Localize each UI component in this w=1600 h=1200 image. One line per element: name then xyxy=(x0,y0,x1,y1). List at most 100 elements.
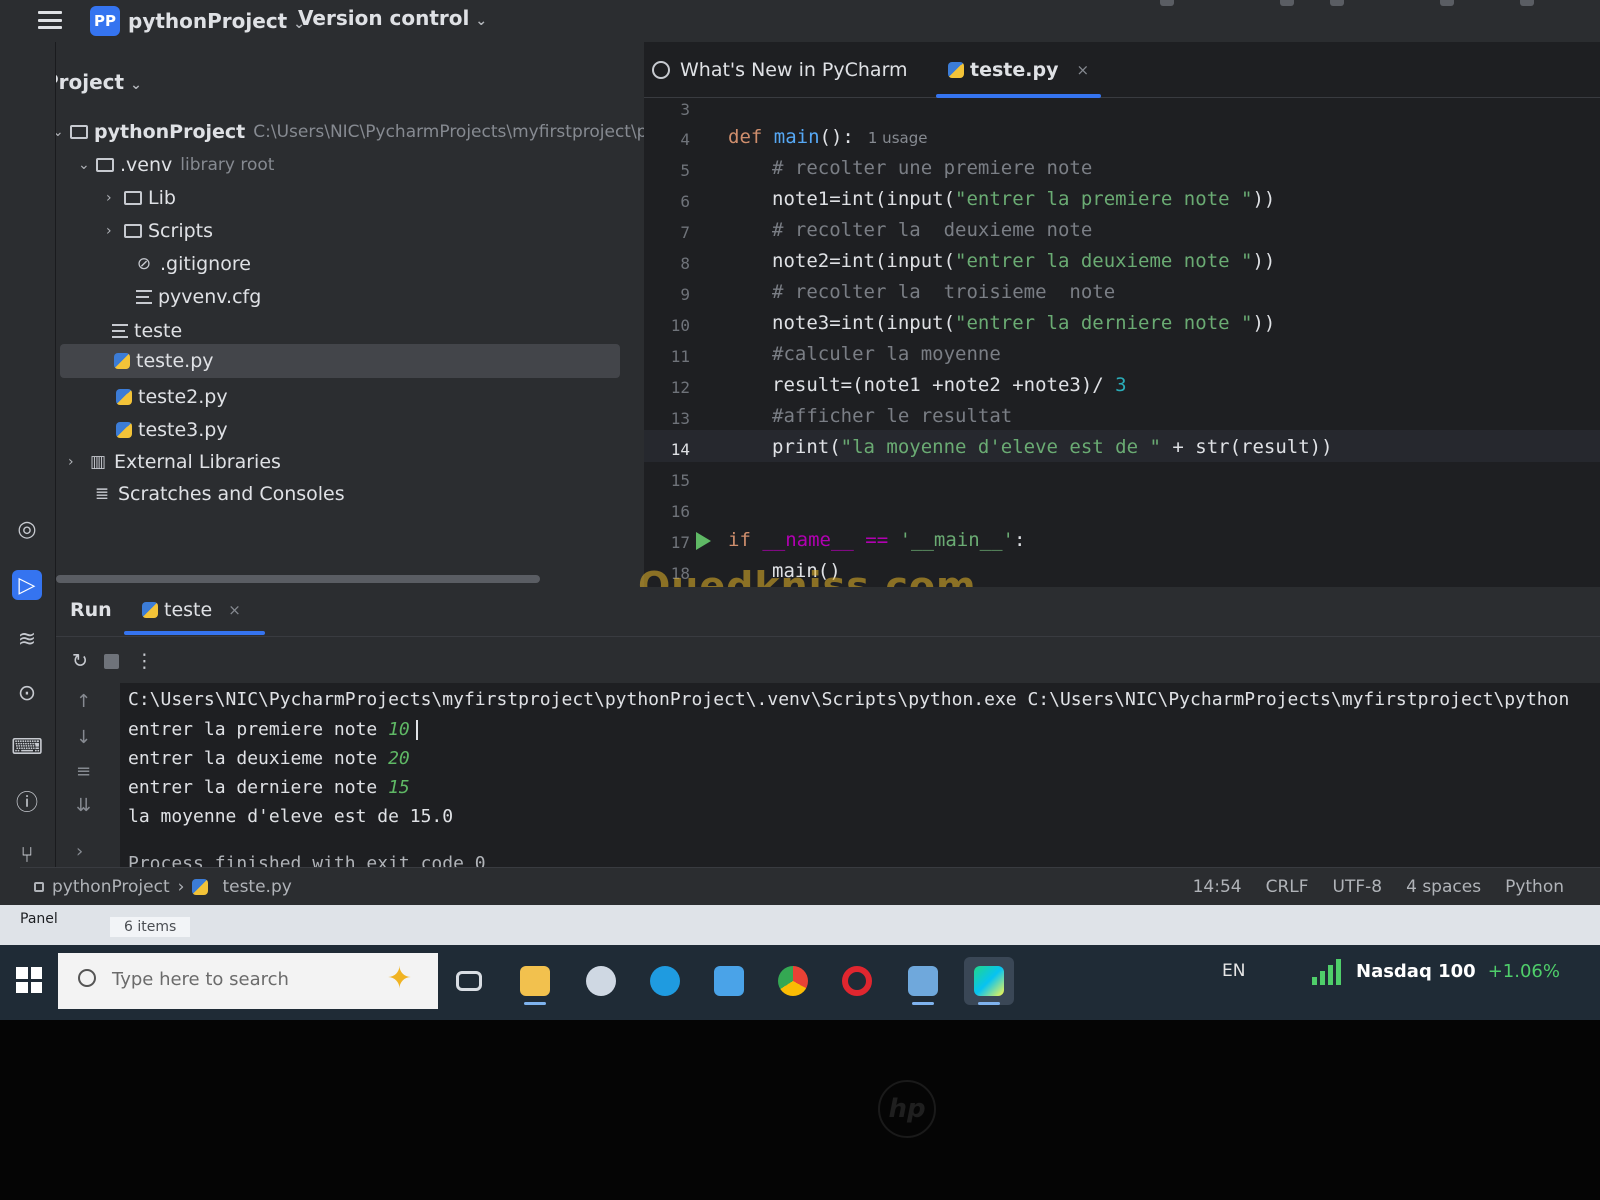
tab-teste-py[interactable]: teste.py × xyxy=(935,52,1102,98)
expand-icon[interactable]: › xyxy=(76,841,83,862)
code-text: (): xyxy=(819,126,854,148)
tree-item-label: pyvenv.cfg xyxy=(158,286,262,308)
main-menu-icon[interactable] xyxy=(38,8,62,32)
services-icon[interactable]: ⊙ xyxy=(12,678,42,708)
close-icon[interactable]: × xyxy=(1076,61,1089,79)
weather-icon[interactable] xyxy=(576,957,626,1005)
run-config-icon[interactable] xyxy=(1160,0,1174,6)
editor: What's New in PyCharm teste.py × 3 4 5 6… xyxy=(644,42,1600,587)
more-options-icon[interactable]: ⋮ xyxy=(135,650,154,672)
python-console-icon[interactable]: ◎ xyxy=(12,514,42,544)
soft-wrap-icon[interactable]: ≡ xyxy=(76,761,91,782)
windows-start-icon[interactable] xyxy=(16,967,42,993)
tree-item-teste-py[interactable]: teste.py xyxy=(60,344,620,378)
caret-position[interactable]: 14:54 xyxy=(1193,877,1242,897)
console-input: 15 xyxy=(388,777,410,798)
stock-widget[interactable]: Nasdaq 100 +1.06% xyxy=(1312,957,1560,985)
horizontal-scrollbar[interactable] xyxy=(56,575,540,583)
indent-setting[interactable]: 4 spaces xyxy=(1406,877,1481,897)
debug-icon[interactable] xyxy=(1330,0,1344,6)
code-line-7: # recolter la deuxieme note xyxy=(772,219,1093,241)
usage-hint[interactable]: 1 usage xyxy=(868,129,928,147)
python-file-icon xyxy=(192,879,209,895)
code-line-10: note3=int(input("entrer la derniere note… xyxy=(772,312,1275,334)
editor-tabs: What's New in PyCharm teste.py × xyxy=(644,42,1600,98)
code-text: print( xyxy=(772,436,841,458)
remote-app-icon[interactable] xyxy=(898,957,948,1005)
stock-name: Nasdaq 100 xyxy=(1356,960,1476,982)
language-indicator[interactable]: EN xyxy=(1222,961,1245,981)
text-cursor xyxy=(415,720,418,740)
project-panel-title[interactable]: Project ⌄ xyxy=(56,70,142,94)
run-panel-tabs: Run teste × xyxy=(56,587,1600,637)
folder-icon xyxy=(70,125,88,139)
more-icon[interactable] xyxy=(1440,0,1454,6)
folder-icon xyxy=(124,224,142,238)
project-panel-title-label: Project xyxy=(56,70,125,94)
status-widgets: 14:54 CRLF UTF-8 4 spaces Python xyxy=(1193,877,1564,897)
pycharm-icon[interactable] xyxy=(964,957,1014,1005)
tab-whats-new[interactable]: What's New in PyCharm xyxy=(652,52,908,88)
taskbar-search[interactable]: Type here to search ✦ xyxy=(58,953,438,1009)
tree-item-pyvenv[interactable]: pyvenv.cfg xyxy=(136,282,261,312)
tree-item-gitignore[interactable]: ⊘ .gitignore xyxy=(132,249,251,279)
number-literal: 3 xyxy=(1115,374,1127,396)
project-switcher[interactable]: pythonProject ⌄ xyxy=(128,9,305,33)
file-encoding[interactable]: UTF-8 xyxy=(1333,877,1383,897)
tree-item-scripts[interactable]: › Scripts xyxy=(106,216,213,246)
tree-item-label: teste3.py xyxy=(138,419,228,441)
stop-icon[interactable] xyxy=(103,653,119,669)
chevron-right-icon: › xyxy=(106,223,112,239)
tree-item-scratches[interactable]: ≣ Scratches and Consoles xyxy=(90,479,345,509)
tree-item-hint: library root xyxy=(180,155,275,175)
code-line-13: #afficher le resultat xyxy=(772,405,1013,427)
git-icon[interactable]: ⑂ xyxy=(12,840,42,870)
line-separator[interactable]: CRLF xyxy=(1266,877,1309,897)
tree-item-lib[interactable]: › Lib xyxy=(106,183,176,213)
edge-icon[interactable] xyxy=(640,957,690,1005)
code-text: + str(result)) xyxy=(1160,436,1333,458)
chevron-right-icon: › xyxy=(106,190,112,206)
problems-icon[interactable]: ⓘ xyxy=(12,786,42,816)
console-prompt: entrer la deuxieme note xyxy=(128,748,389,769)
rerun-icon[interactable]: ↻ xyxy=(72,650,88,672)
tree-item-pythonproject[interactable]: ⌄ pythonProject C:\Users\NIC\PycharmProj… xyxy=(56,117,644,147)
tree-item-teste[interactable]: teste xyxy=(112,316,182,346)
line-number: 11 xyxy=(670,347,690,366)
file-explorer-icon[interactable] xyxy=(510,957,560,1005)
settings-icon[interactable] xyxy=(1520,0,1534,6)
chrome-icon[interactable] xyxy=(768,957,818,1005)
tree-item-venv[interactable]: ⌄ .venv library root xyxy=(78,150,274,180)
tree-item-teste2-py[interactable]: teste2.py xyxy=(116,382,228,412)
layers-icon[interactable]: ≋ xyxy=(12,624,42,654)
vcs-menu[interactable]: Version control ⌄ xyxy=(298,6,487,30)
code-line-6: note1=int(input("entrer la premiere note… xyxy=(772,188,1275,210)
breadcrumb-file[interactable]: teste.py xyxy=(222,877,291,897)
terminal-icon[interactable]: ⌨ xyxy=(11,732,43,762)
tree-item-teste3-py[interactable]: teste3.py xyxy=(116,415,228,445)
tree-item-label: External Libraries xyxy=(114,451,281,473)
run-gutter-icon[interactable] xyxy=(696,532,711,550)
task-view-icon[interactable] xyxy=(444,957,494,1005)
tree-item-external-libraries[interactable]: › ▥ External Libraries xyxy=(68,447,281,477)
opera-icon[interactable] xyxy=(832,957,882,1005)
project-panel: Project ⌄ ⌄ pythonProject C:\Users\NIC\Py… xyxy=(56,42,644,587)
python-file-icon xyxy=(142,602,158,618)
run-tab-teste[interactable]: teste × xyxy=(124,599,265,635)
code-line-17: if __name__ == '__main__': xyxy=(728,529,1025,551)
scroll-down-icon[interactable]: ↓ xyxy=(76,727,91,748)
python-file-icon xyxy=(116,389,132,405)
scroll-to-end-icon[interactable]: ⇊ xyxy=(76,795,91,816)
run-icon[interactable] xyxy=(1280,0,1294,6)
store-icon[interactable] xyxy=(704,957,754,1005)
breadcrumb-project[interactable]: pythonProject xyxy=(52,877,170,897)
console-output[interactable]: C:\Users\NIC\PycharmProjects\myfirstproj… xyxy=(120,683,1600,867)
search-icon xyxy=(78,969,96,987)
project-badge[interactable]: PP xyxy=(90,6,120,36)
scroll-up-icon[interactable]: ↑ xyxy=(76,691,91,712)
console-line: entrer la derniere note 15 xyxy=(128,777,410,798)
code-line-14: print("la moyenne d'eleve est de " + str… xyxy=(772,436,1333,458)
interpreter[interactable]: Python xyxy=(1505,877,1564,897)
close-icon[interactable]: × xyxy=(228,601,241,619)
run-tool-icon[interactable]: ▷ xyxy=(12,570,42,600)
